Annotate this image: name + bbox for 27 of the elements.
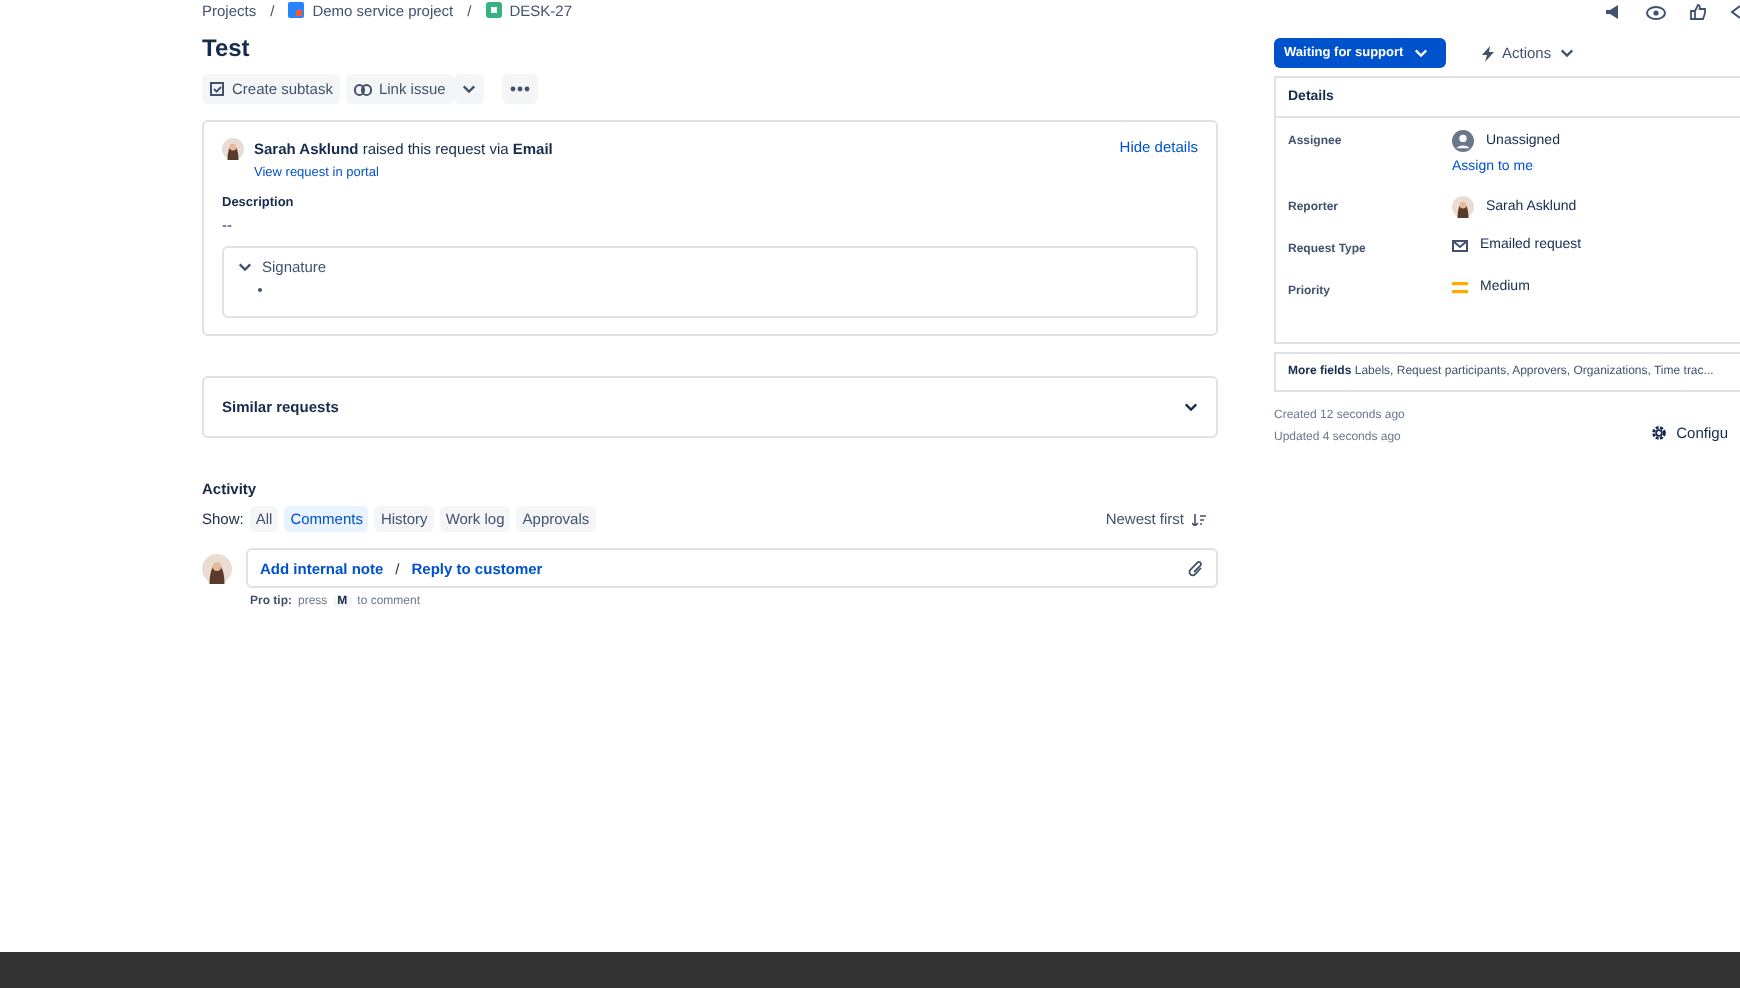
caret-icon (461, 84, 476, 94)
avatar-icon (202, 553, 232, 583)
caret-icon (1559, 48, 1574, 58)
project-icon (288, 2, 305, 18)
link-icon (354, 83, 373, 95)
envelope-icon (1452, 239, 1468, 251)
share-icon[interactable] (1730, 4, 1740, 20)
thumbs-up-icon[interactable] (1690, 4, 1706, 20)
sort-icon (1192, 513, 1206, 525)
lightning-icon (1482, 45, 1494, 61)
user-icon (1452, 130, 1474, 152)
avatar-icon (222, 138, 244, 160)
paperclip-icon[interactable] (1188, 559, 1204, 577)
watch-icon[interactable] (1646, 5, 1666, 19)
avatar-icon (1452, 196, 1474, 218)
priority-icon (1452, 281, 1468, 293)
more-icon (509, 86, 530, 92)
chevron-down-icon (1184, 402, 1198, 412)
caret-icon (1413, 48, 1428, 58)
more-button[interactable] (501, 74, 538, 104)
issue-type-icon (485, 2, 502, 18)
megaphone-icon[interactable] (1604, 4, 1622, 20)
issue-title: Test (202, 34, 252, 62)
chevron-down-icon (238, 262, 252, 272)
subtask-icon (210, 81, 226, 97)
gear-icon (1650, 423, 1669, 441)
dropdown-button[interactable] (453, 74, 484, 104)
